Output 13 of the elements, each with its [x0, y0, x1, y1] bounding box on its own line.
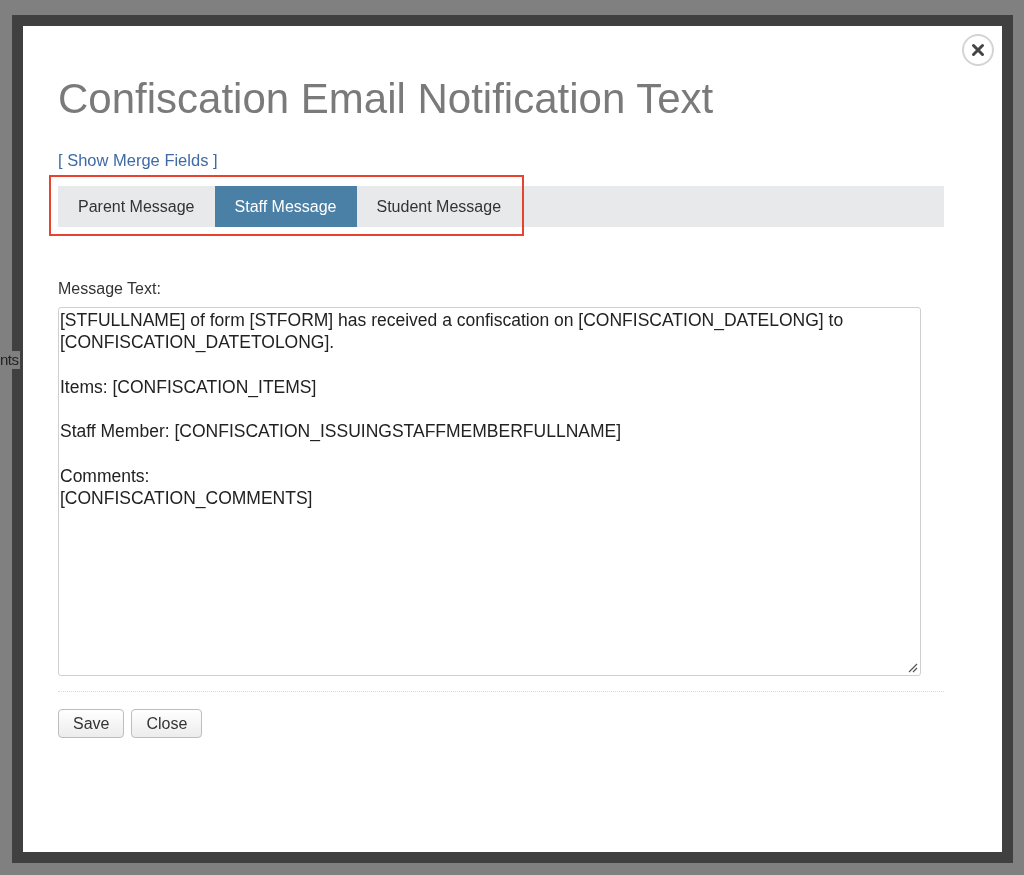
resize-grip-icon: [908, 663, 918, 673]
dialog-title: Confiscation Email Notification Text: [58, 74, 715, 124]
message-tab[interactable]: Staff Message: [214, 186, 357, 227]
dialog-button[interactable]: Save: [58, 709, 125, 738]
message-tab[interactable]: Student Message: [356, 186, 522, 227]
message-text-label: Message Text:: [58, 279, 162, 299]
close-button[interactable]: [962, 34, 994, 66]
dialog-button[interactable]: Close: [131, 709, 203, 738]
message-tab[interactable]: Parent Message: [58, 186, 215, 227]
message-text-field[interactable]: [STFULLNAME] of form [STFORM] has received a confiscation on [CONFISCATION_DATELONG] to [CONFISCATION_DATETOLONG]. Items: [CONFISCATION_ITEMS] Staff Member: [CONFISCATION_ISSUINGSTAFFMEMBERFULLNAME] Comments: [CONFISCATION_COMMENTS]: [58, 307, 921, 676]
background-text: nts: [0, 351, 20, 369]
close-icon: [962, 34, 994, 66]
show-merge-fields-link[interactable]: [ Show Merge Fields ]: [58, 151, 218, 169]
